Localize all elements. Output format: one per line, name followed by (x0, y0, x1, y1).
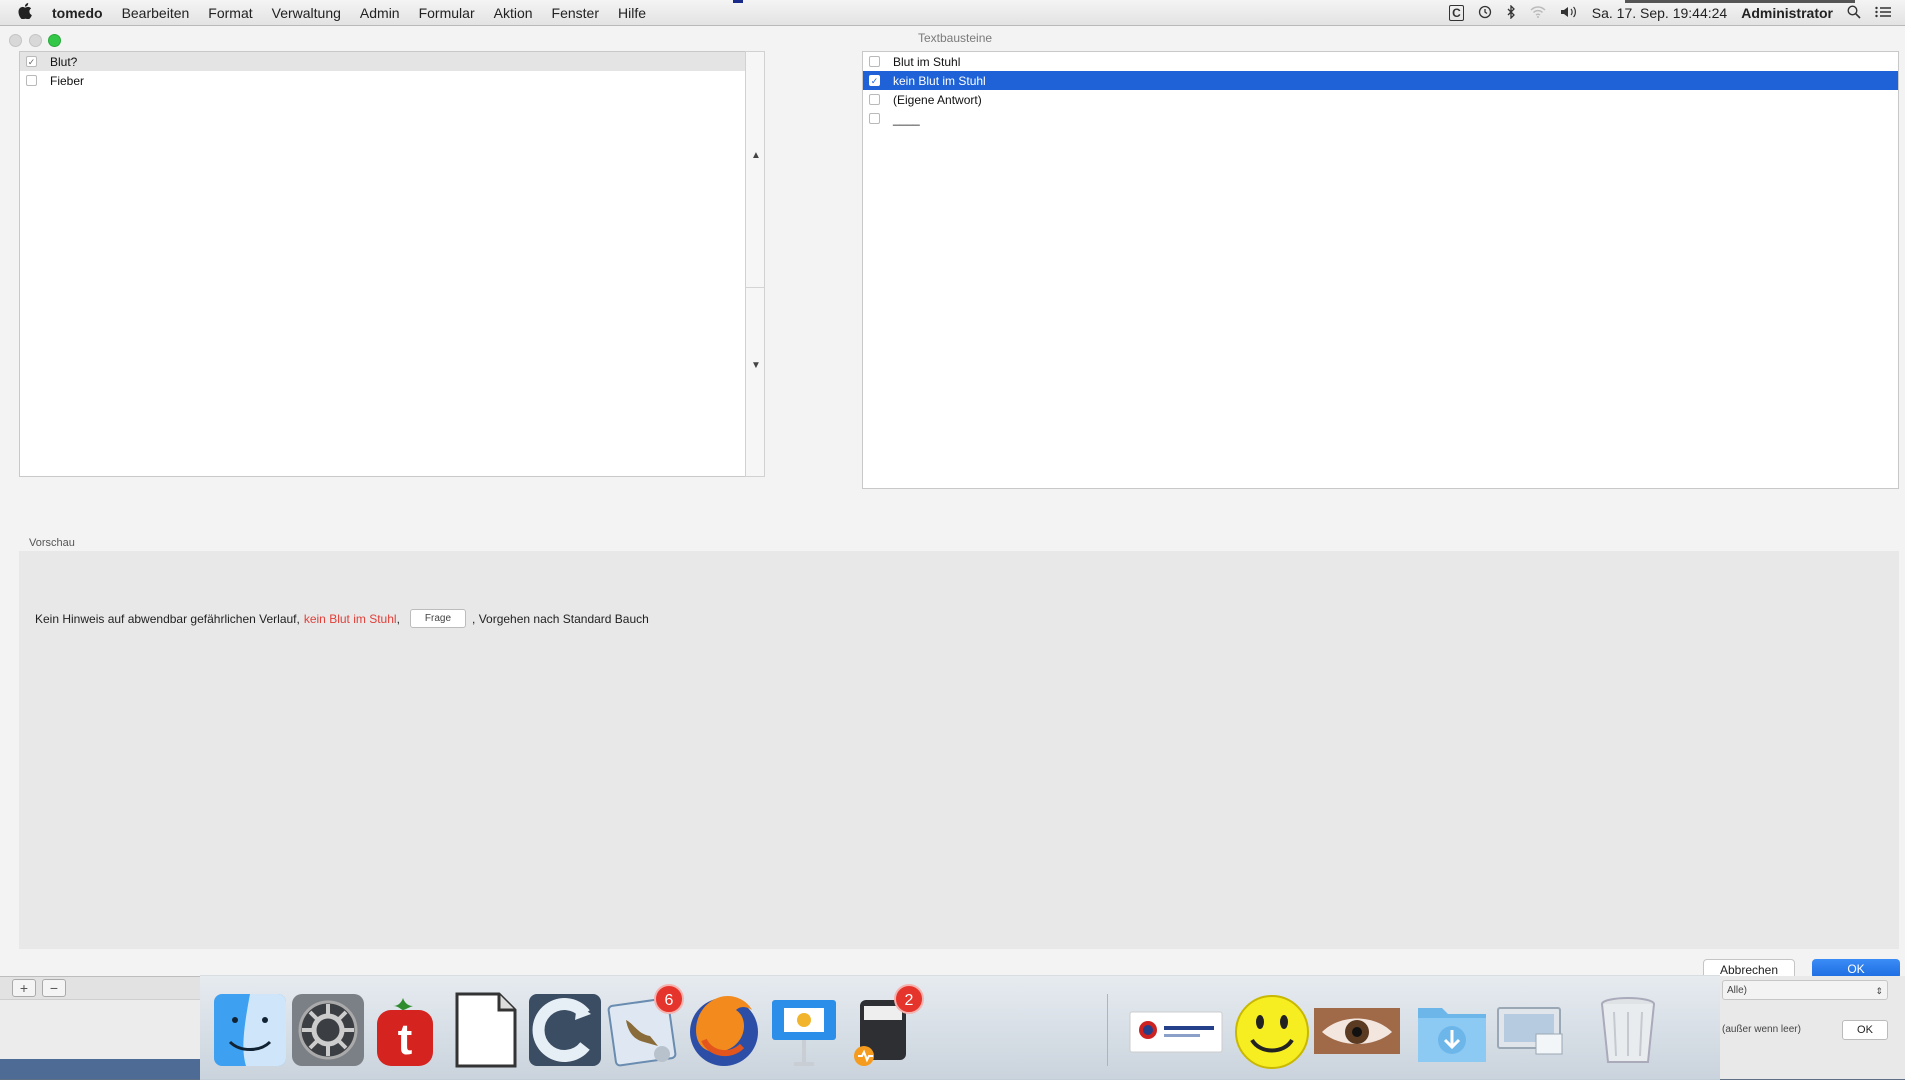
logo-app-icon[interactable] (1128, 990, 1224, 1070)
preview-text-before: Kein Hinweis auf abwendbar gefährlichen … (35, 611, 300, 626)
volume-icon[interactable] (1560, 5, 1578, 22)
menu-hilfe[interactable]: Hilfe (618, 5, 646, 21)
list-item-label: kein Blut im Stuhl (893, 73, 986, 88)
apple-icon[interactable] (18, 2, 38, 23)
preview-comma: , (396, 611, 400, 626)
background-ok-button[interactable]: OK (1842, 1020, 1888, 1040)
system-preferences-icon[interactable] (288, 990, 368, 1070)
bluetooth-icon[interactable] (1506, 3, 1516, 22)
keynote-icon[interactable] (764, 990, 844, 1070)
menubar-user[interactable]: Administrator (1741, 5, 1833, 21)
menubar-clock[interactable]: Sa. 17. Sep. 19:44:24 (1592, 5, 1727, 21)
menu-bearbeiten[interactable]: Bearbeiten (122, 5, 190, 21)
background-select-value: Alle) (1727, 985, 1748, 996)
menu-admin[interactable]: Admin (360, 5, 400, 21)
question-list-scrollbar[interactable]: ▲ ▼ (745, 51, 765, 477)
spotlight-search-icon[interactable] (1847, 4, 1861, 22)
preview-text: Kein Hinweis auf abwendbar gefährlichen … (35, 609, 649, 628)
list-item-blut-im-stuhl[interactable]: Blut im Stuhl (863, 52, 1898, 71)
dock: t 6 2 (200, 975, 1720, 1080)
list-item-label: ____ (893, 111, 920, 126)
printer-icon[interactable]: 2 (844, 984, 924, 1070)
menu-verwaltung[interactable]: Verwaltung (272, 5, 341, 21)
document-icon[interactable] (445, 990, 525, 1070)
scroll-down-arrow-icon[interactable]: ▼ (751, 360, 761, 371)
background-strip (0, 1059, 200, 1079)
svg-text:t: t (398, 1015, 413, 1064)
question-list[interactable]: ✓ Blut? Fieber (19, 51, 764, 477)
time-machine-icon[interactable] (1478, 5, 1492, 22)
list-item-label: Fieber (50, 73, 85, 88)
list-item-eigene-antwort[interactable]: (Eigene Antwort) (863, 90, 1898, 109)
list-item-label: Blut? (50, 54, 78, 69)
right-panel-title: Textbausteine (918, 31, 993, 45)
list-item-blut[interactable]: ✓ Blut? (20, 52, 763, 71)
mail-badge: 6 (654, 984, 684, 1014)
scroll-divider (746, 287, 764, 288)
window-zoom-button[interactable] (48, 34, 61, 47)
checkbox[interactable]: ✓ (869, 75, 880, 86)
c-status-icon[interactable]: C (1449, 5, 1464, 21)
menu-format[interactable]: Format (208, 5, 252, 21)
chevron-updown-icon: ⇕ (1875, 986, 1883, 996)
background-toolbar: + − (0, 976, 200, 1000)
menu-aktion[interactable]: Aktion (494, 5, 533, 21)
smiley-icon[interactable] (1232, 990, 1312, 1070)
preview-area: Kein Hinweis auf abwendbar gefährlichen … (19, 551, 1899, 949)
checkbox[interactable]: ✓ (26, 56, 37, 67)
list-item-kein-blut-im-stuhl[interactable]: ✓ kein Blut im Stuhl (863, 71, 1898, 90)
preview-text-end: , Vorgehen nach Standard Bauch (472, 611, 649, 626)
sync-icon[interactable] (525, 990, 605, 1070)
finder-icon[interactable] (210, 990, 290, 1070)
checkbox[interactable] (869, 94, 880, 105)
checkbox[interactable] (869, 56, 880, 67)
window-minimize-button[interactable] (29, 34, 42, 47)
add-button[interactable]: + (12, 979, 36, 997)
downloads-folder-icon[interactable] (1412, 990, 1492, 1070)
list-item-label: Blut im Stuhl (893, 54, 961, 69)
firefox-icon[interactable] (684, 990, 764, 1070)
tomedo-icon[interactable]: t (365, 990, 445, 1070)
textbausteine-list[interactable]: Blut im Stuhl ✓ kein Blut im Stuhl (Eige… (862, 51, 1899, 489)
preview-label: Vorschau (29, 537, 75, 549)
background-select[interactable]: Alle) ⇕ (1722, 980, 1888, 1000)
checkbox[interactable] (869, 113, 880, 124)
dock-separator (1107, 994, 1108, 1066)
scroll-up-arrow-icon[interactable]: ▲ (751, 150, 761, 161)
list-item-label: (Eigene Antwort) (893, 92, 982, 107)
menu-formular[interactable]: Formular (419, 5, 475, 21)
remove-button[interactable]: − (42, 979, 66, 997)
list-item-blank[interactable]: ____ (863, 109, 1898, 128)
background-note: (außer wenn leer) (1722, 1024, 1801, 1035)
eye-icon[interactable] (1312, 990, 1402, 1070)
menu-bar: tomedo Bearbeiten Format Verwaltung Admi… (0, 0, 1905, 26)
checkbox[interactable] (26, 75, 37, 86)
menubar-accent (733, 0, 743, 3)
list-item-fieber[interactable]: Fieber (20, 71, 763, 90)
mail-icon[interactable]: 6 (604, 984, 684, 1070)
menu-fenster[interactable]: Fenster (552, 5, 599, 21)
preview-highlight: kein Blut im Stuhl (303, 611, 397, 626)
window-close-button[interactable] (9, 34, 22, 47)
wifi-icon[interactable] (1530, 5, 1546, 21)
textbausteine-window: Textbausteine ✓ Blut? Fieber ▲ ▼ Blut im… (0, 26, 1905, 979)
notification-center-icon[interactable] (1875, 5, 1891, 21)
menu-app-name[interactable]: tomedo (52, 5, 103, 21)
printer-badge: 2 (894, 984, 924, 1014)
screen-share-icon[interactable] (1492, 990, 1572, 1070)
frage-button[interactable]: Frage (409, 609, 467, 628)
trash-icon[interactable] (1588, 990, 1668, 1070)
